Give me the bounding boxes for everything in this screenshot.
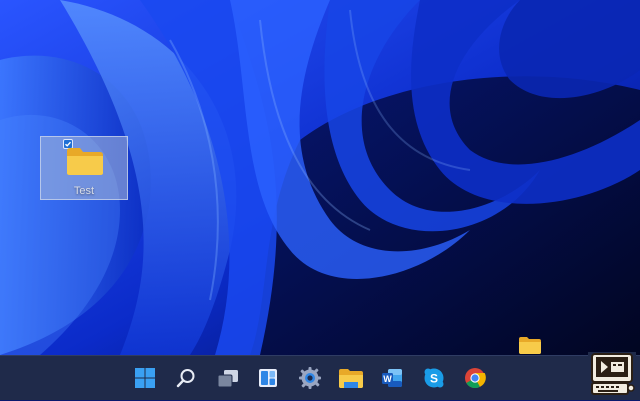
chrome-icon xyxy=(465,368,486,389)
skype-letter: S xyxy=(430,372,438,386)
word-letter: W xyxy=(383,374,392,384)
folder-icon xyxy=(339,369,363,388)
desktop-icon-label: Test xyxy=(73,185,95,197)
folder-icon xyxy=(518,335,542,355)
task-view-button[interactable] xyxy=(214,364,242,392)
widgets-button[interactable] xyxy=(254,364,282,392)
widgets-icon xyxy=(259,369,277,387)
word-icon: W xyxy=(382,369,402,387)
start-button[interactable] xyxy=(131,364,159,392)
desktop-folder-test[interactable]: Test xyxy=(40,136,128,200)
taskbar: W S xyxy=(0,355,640,400)
skype-icon: S xyxy=(424,368,444,388)
task-view-icon xyxy=(217,370,238,388)
word-button[interactable]: W xyxy=(378,364,406,392)
windows-logo-icon xyxy=(135,368,155,388)
skype-button[interactable]: S xyxy=(420,364,448,392)
settings-button[interactable] xyxy=(296,364,324,392)
file-explorer-button[interactable] xyxy=(337,364,365,392)
gear-icon xyxy=(299,367,321,389)
folder-icon xyxy=(65,145,105,177)
search-button[interactable] xyxy=(172,364,200,392)
chrome-button[interactable] xyxy=(461,364,489,392)
watermark-logo xyxy=(588,352,636,396)
search-icon xyxy=(176,369,195,388)
